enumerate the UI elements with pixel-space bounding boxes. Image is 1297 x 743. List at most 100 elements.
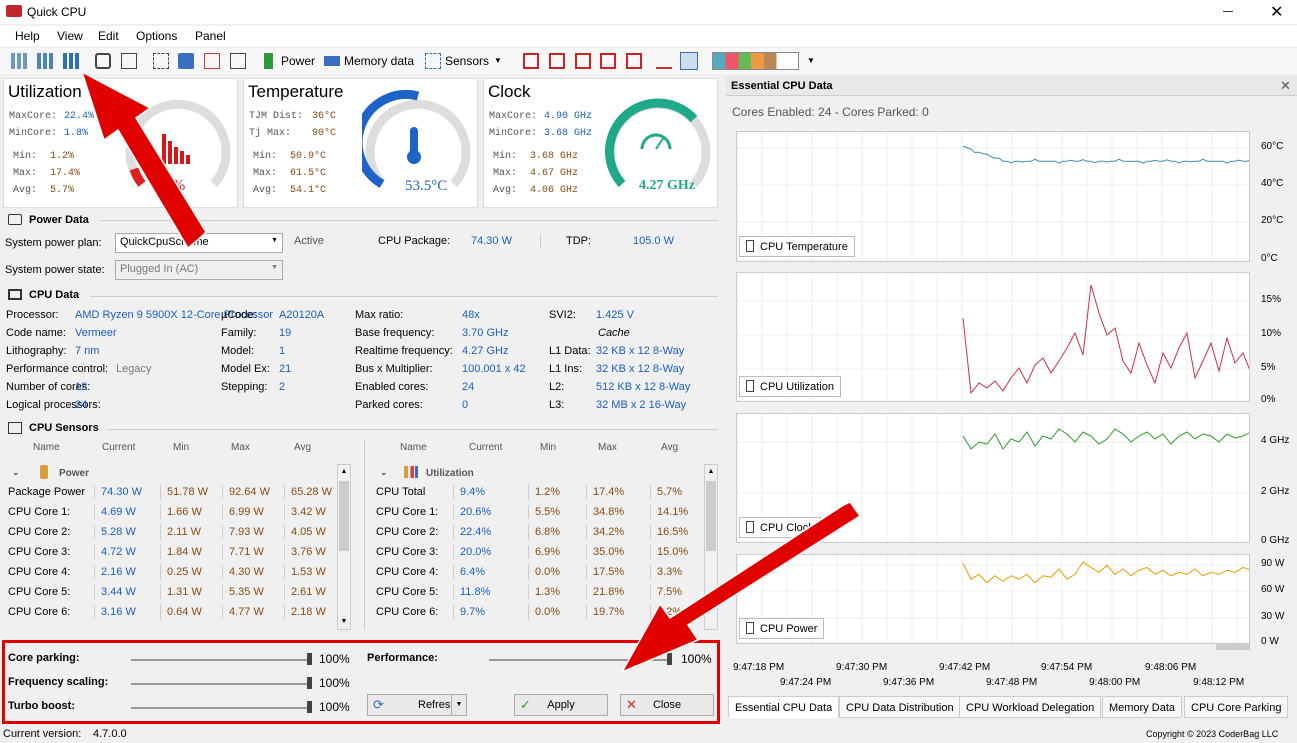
cell-divider (284, 525, 285, 539)
performance-slider[interactable] (489, 659, 669, 661)
chart-scrollbar[interactable] (1216, 644, 1250, 650)
y-tick-label: 10% (1261, 328, 1282, 339)
sensor-value: 20.6% (460, 506, 492, 518)
sensors-icon[interactable] (425, 53, 441, 69)
scroll-down-icon[interactable]: ▼ (338, 615, 350, 629)
temp-max-label: Max: (253, 168, 278, 179)
sensor-value: 2.18 W (291, 606, 326, 618)
freq-scaling-slider[interactable] (131, 683, 309, 685)
cpu-data-value: 19 (279, 327, 292, 339)
sensor-name: CPU Total (376, 486, 426, 498)
menu-help[interactable]: Help (15, 29, 40, 43)
chip-settings-icon[interactable] (153, 53, 169, 69)
image-icon[interactable] (121, 53, 137, 69)
sensor-value: 1.53 W (291, 566, 326, 578)
tab-cpu-data-distribution[interactable]: CPU Data Distribution (839, 696, 961, 718)
util-col-min: Min (540, 442, 557, 453)
cell-divider (160, 585, 161, 599)
cell-divider (160, 525, 161, 539)
window-layout-4-icon[interactable] (600, 53, 616, 69)
battery-icon[interactable] (264, 53, 273, 69)
freq-scaling-thumb[interactable] (307, 677, 312, 689)
document-icon[interactable] (230, 53, 246, 69)
cell-divider (650, 585, 651, 599)
sensor-value: 3.42 W (291, 506, 326, 518)
cell-divider (650, 505, 651, 519)
tab-essential-cpu-data[interactable]: Essential CPU Data (728, 696, 840, 718)
util-table-scrollbar[interactable]: ▲ (704, 464, 718, 630)
cell-divider (528, 585, 529, 599)
cell-divider (94, 485, 95, 499)
window-layout-1-icon[interactable] (523, 53, 539, 69)
power-plan-label: System power plan: (5, 237, 102, 249)
sensor-value: 6.4% (460, 566, 486, 578)
y-tick-label: 2 GHz (1261, 486, 1290, 497)
core-parking-slider[interactable] (131, 659, 309, 661)
x-tick-label: 9:48:00 PM (1089, 677, 1141, 688)
cores-status: Cores Enabled: 24 - Cores Parked: 0 (732, 105, 929, 119)
tab-cpu-workload-delegation[interactable]: CPU Workload Delegation (959, 696, 1102, 718)
tab-cpu-core-parking[interactable]: CPU Core Parking (1184, 696, 1289, 718)
sensors-button[interactable]: Sensors (445, 54, 489, 68)
bars-small-icon[interactable] (11, 53, 27, 69)
window-layout-5-icon[interactable] (626, 53, 642, 69)
sensor-value: 17.4% (593, 486, 625, 498)
scroll-thumb[interactable] (706, 481, 716, 551)
cell-divider (650, 485, 651, 499)
cpu-data-label: L2: (549, 381, 565, 393)
memory-icon[interactable] (324, 56, 340, 66)
sensors-dropdown-icon[interactable]: ▼ (494, 56, 502, 65)
turbo-boost-slider[interactable] (131, 707, 309, 709)
scroll-up-icon[interactable]: ▲ (705, 465, 717, 479)
settings-icon[interactable] (95, 53, 111, 69)
chart-line-icon[interactable] (656, 53, 672, 69)
minimize-icon[interactable] (1223, 11, 1233, 12)
color-palette-select[interactable] (712, 52, 799, 70)
turbo-boost-thumb[interactable] (307, 701, 312, 713)
panel-close-icon[interactable]: ✕ (1280, 78, 1291, 94)
window-layout-2-icon[interactable] (549, 53, 565, 69)
edit-icon[interactable] (204, 53, 220, 69)
performance-thumb[interactable] (667, 653, 672, 665)
sensor-name: CPU Core 1: (376, 506, 439, 518)
performance-value: 100% (681, 652, 712, 666)
sensor-value: 92.64 W (229, 486, 270, 498)
cpu-data-value: 1 (279, 345, 286, 357)
menu-panel[interactable]: Panel (195, 29, 226, 43)
core-parking-thumb[interactable] (307, 653, 312, 665)
close-window-icon[interactable]: ✕ (1270, 2, 1283, 22)
power-plan-select[interactable]: QuickCpuScheme ▼ (115, 233, 283, 253)
sensor-value: 19.7% (593, 606, 625, 618)
apply-button[interactable]: ✓ Apply (514, 694, 608, 716)
power-group-chevron-icon[interactable]: ⌄ (12, 467, 20, 478)
cpu-data-label: Base frequency: (355, 327, 435, 339)
scroll-up-icon[interactable]: ▲ (338, 465, 350, 479)
monitor-icon[interactable] (178, 53, 194, 69)
cell-divider (650, 525, 651, 539)
y-tick-label: 15% (1261, 294, 1282, 305)
cpu-data-label: Performance control: (6, 363, 109, 375)
refresh-dropdown-icon[interactable]: ▼ (451, 694, 467, 716)
memory-data-button[interactable]: Memory data (344, 54, 414, 68)
panel-toggle-icon[interactable] (680, 52, 698, 70)
apply-label: Apply (547, 699, 575, 711)
util-group-chevron-icon[interactable]: ⌄ (380, 467, 388, 478)
scroll-thumb[interactable] (339, 481, 349, 551)
window-layout-3-icon[interactable] (575, 53, 591, 69)
core-parking-label: Core parking: (8, 652, 80, 664)
clock-max-value: 4.67 GHz (530, 168, 579, 179)
menu-edit[interactable]: Edit (98, 29, 119, 43)
close-button[interactable]: ✕ Close (620, 694, 714, 716)
menu-options[interactable]: Options (136, 29, 177, 43)
cell-divider (586, 565, 587, 579)
power-button[interactable]: Power (281, 54, 315, 68)
clock-maxcore-value: 4.90 GHz (544, 111, 593, 122)
window-title: Quick CPU (27, 5, 87, 19)
toolbar-overflow-icon[interactable]: ▼ (807, 56, 815, 65)
table-row: CPU Core 2: 5.28 W 2.11 W 7.93 W 4.05 W (8, 522, 343, 542)
power-table-scrollbar[interactable]: ▲ ▼ (337, 464, 351, 630)
bars-medium-icon[interactable] (37, 53, 53, 69)
bars-large-icon[interactable] (63, 53, 79, 69)
menu-view[interactable]: View (57, 29, 83, 43)
tab-memory-data[interactable]: Memory Data (1102, 696, 1183, 718)
